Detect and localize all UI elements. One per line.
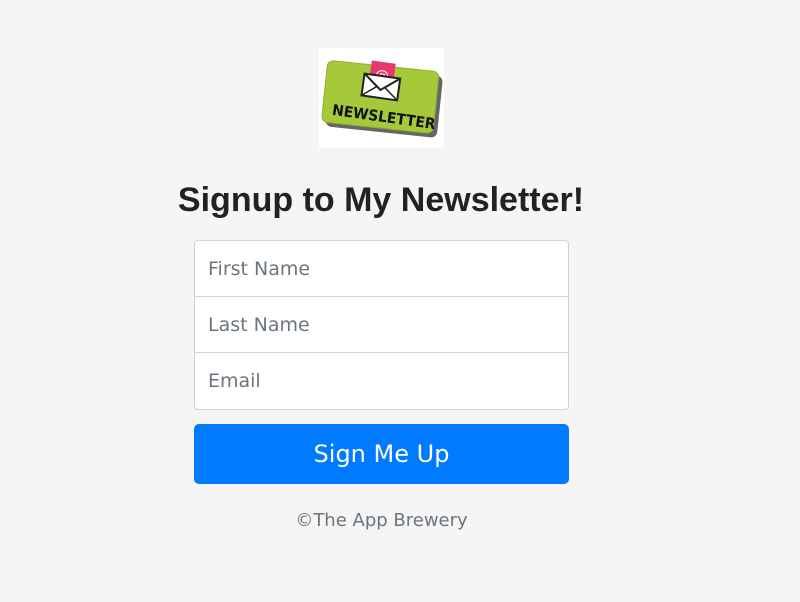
signup-form: [194, 240, 569, 410]
signup-page: @ NEWSLETTER Signup to My Newsletter! Si…: [0, 0, 800, 602]
last-name-input[interactable]: [194, 296, 569, 353]
newsletter-logo: @ NEWSLETTER: [319, 48, 444, 148]
newsletter-logo-icon: @ NEWSLETTER: [321, 60, 443, 138]
sign-up-button[interactable]: Sign Me Up: [194, 424, 569, 484]
first-name-input[interactable]: [194, 240, 569, 297]
email-input[interactable]: [194, 352, 569, 410]
footer-copyright: ©The App Brewery: [295, 510, 468, 531]
page-title: Signup to My Newsletter!: [177, 181, 585, 219]
